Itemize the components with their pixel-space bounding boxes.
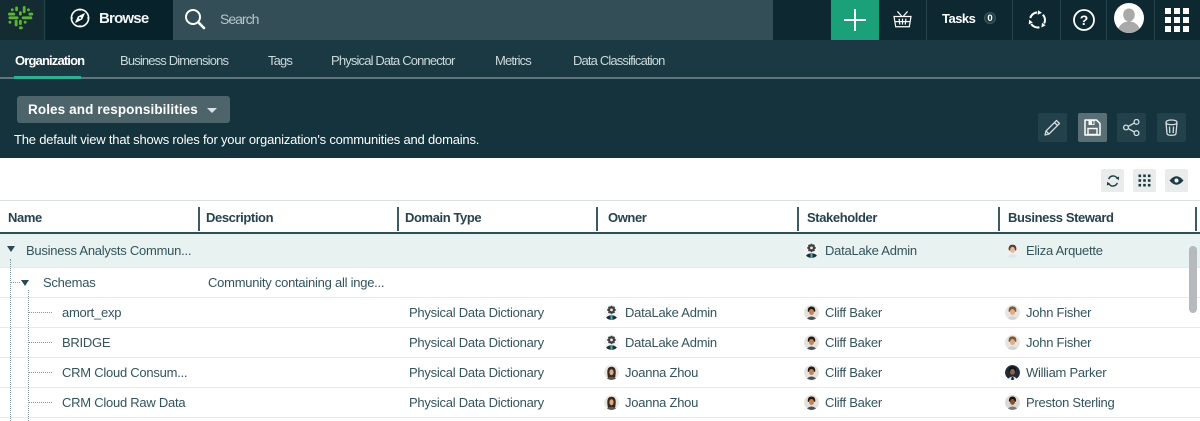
svg-text:?: ? (1080, 12, 1089, 28)
